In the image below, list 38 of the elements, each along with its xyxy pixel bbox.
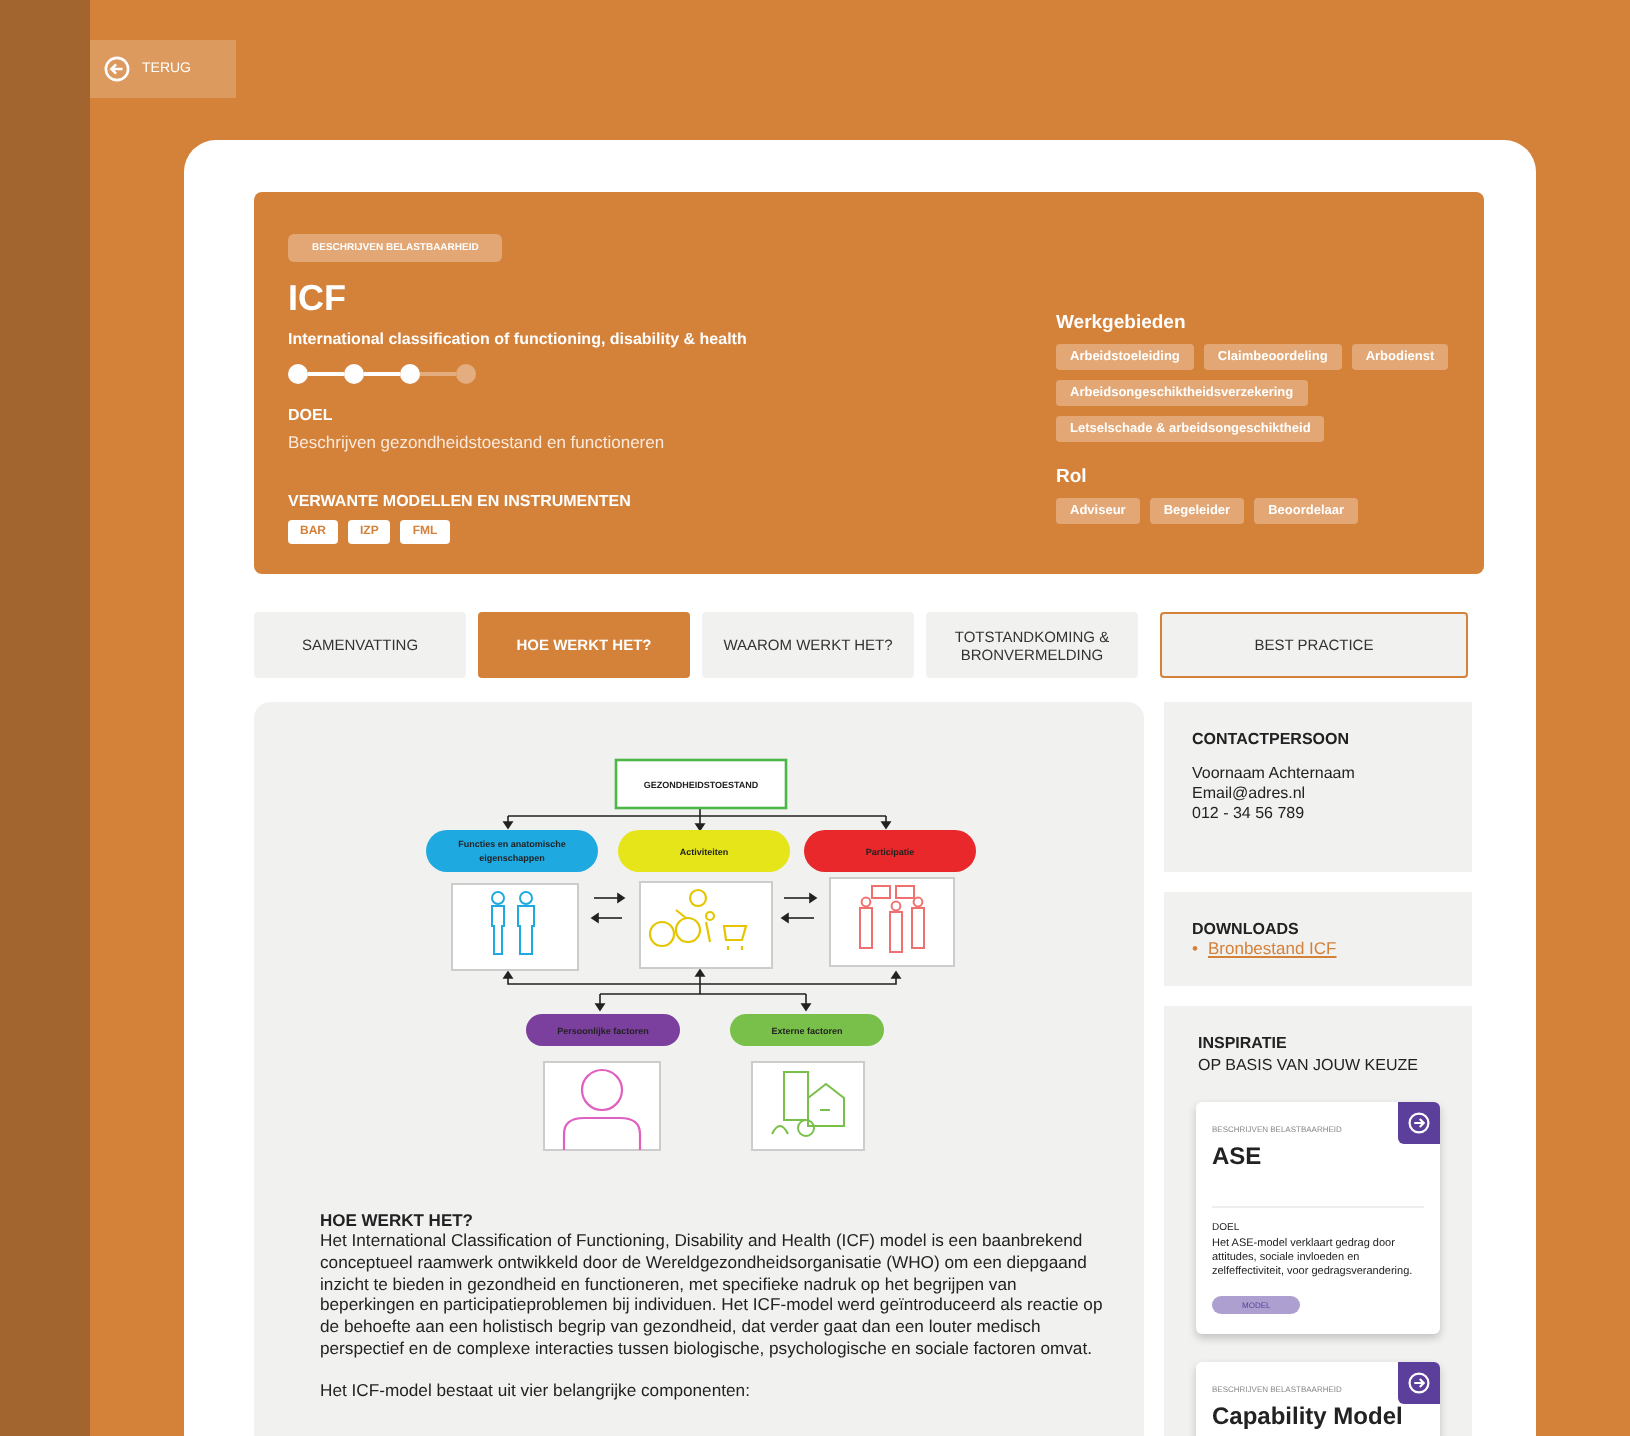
image-frame: [829, 877, 955, 967]
image-frame: [543, 1061, 661, 1151]
bullet: •: [1192, 938, 1198, 958]
arrow: [783, 892, 818, 904]
article-paragraph: Het ICF-model bestaat uit vier belangrijke componenten:: [320, 1379, 752, 1402]
people-icon: [491, 891, 535, 955]
group-of-people-icon: [859, 885, 925, 953]
related-label: VERWANTE MODELLEN EN INSTRUMENTEN: [288, 492, 633, 510]
role-label: Rol: [1056, 466, 1089, 488]
goal-label: DOEL: [288, 406, 335, 424]
arrow-circle-icon: [1408, 1372, 1430, 1394]
downloads-heading: DOWNLOADS: [1192, 920, 1301, 938]
arrow: [593, 892, 626, 904]
article-heading: HOE WERKT HET?: [320, 1210, 475, 1230]
goal-text: Beschrijven gezondheidstoestand en functioneren: [288, 432, 667, 452]
image-frame: [451, 883, 579, 971]
image-frame: [751, 1061, 865, 1151]
arrow: [590, 912, 623, 924]
contact-line: 012 - 34 56 789: [1192, 804, 1307, 824]
areas-label: Werkgebieden: [1056, 312, 1188, 334]
contact-heading: CONTACTPERSOON: [1192, 730, 1352, 748]
inspiration-subheading: OP BASIS VAN JOUW KEUZE: [1198, 1056, 1420, 1074]
open-button[interactable]: [1398, 1102, 1440, 1144]
activities-icon: [648, 888, 748, 952]
contact-line: Email@adres.nl: [1192, 784, 1308, 804]
arrow-circle-icon: [1408, 1112, 1430, 1134]
article-paragraph: Het International Classification of Functioning, Disability and Health (ICF) model is een baanbrekend conceptueel raamwerk ontwikkeld door de Wereldgezondheidsorganisatie (WHO) om een diepgaand inzicht te bieden in gezondheid en functioneren, met specifieke nadruk op het begrijpen van beperkingen en participatieproblemen bij individuen. Het ICF-model werd geïntroduceerd als reactie op de behoefte aan een holistisch begrip van gezondheid, dat verder gaat dan een louter medisch perspectief en de complexe interacties tussen biologische, psychologische en sociale factoren omvat.: [320, 1230, 1104, 1360]
arrow: [780, 912, 815, 924]
contact-line: Voornaam Achternaam: [1192, 764, 1357, 784]
model-title: ICF: [288, 278, 348, 320]
person-icon: [562, 1068, 642, 1150]
buildings-icon: [771, 1071, 845, 1137]
model-subtitle: International classification of functioning, disability & health: [288, 330, 749, 348]
image-frame: [639, 881, 773, 969]
card-title: Capability Model: [1212, 1402, 1424, 1436]
open-button[interactable]: [1398, 1362, 1440, 1404]
card-title: ASE: [1212, 1142, 1424, 1208]
inspiration-heading: INSPIRATIE: [1198, 1034, 1289, 1052]
